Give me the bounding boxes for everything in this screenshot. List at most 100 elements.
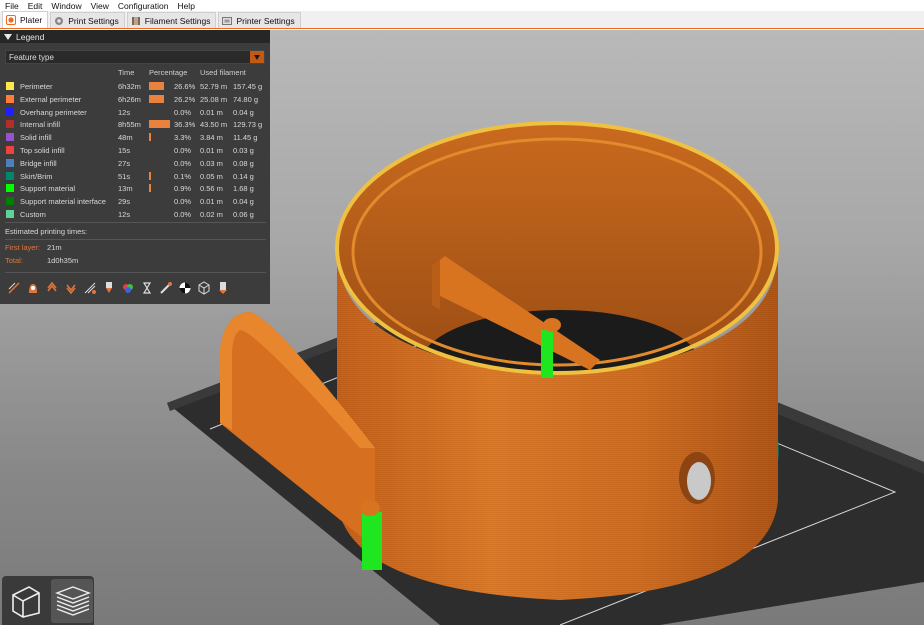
tab-plater[interactable]: Plater xyxy=(2,11,49,28)
legend-header[interactable]: Legend xyxy=(0,30,270,43)
column-used-filament: Used filament xyxy=(200,68,246,77)
custom-gcode-icon[interactable] xyxy=(157,280,174,297)
legend-title: Legend xyxy=(16,31,45,42)
feature-length: 0.03 m xyxy=(200,158,223,168)
feature-percentage: 26.2% xyxy=(174,94,196,104)
view-type-combo[interactable]: Feature type xyxy=(5,50,265,64)
feature-percentage: 0.0% xyxy=(174,197,192,207)
percentage-bar xyxy=(149,120,170,129)
legend-row[interactable]: Overhang perimeter 12s 0.0% 0.01 m 0.04 g xyxy=(0,107,270,120)
color-changes-icon[interactable] xyxy=(119,280,136,297)
feature-length: 0.01 m xyxy=(200,197,223,207)
wipe-icon[interactable] xyxy=(24,280,41,297)
deretractions-icon[interactable] xyxy=(62,280,79,297)
tab-print-settings[interactable]: Print Settings xyxy=(50,12,125,28)
tab-printer-settings[interactable]: Printer Settings xyxy=(218,12,301,28)
percentage-bar xyxy=(149,133,151,142)
feature-length: 0.01 m xyxy=(200,107,223,117)
pause-icon[interactable] xyxy=(138,280,155,297)
legend-row[interactable]: Internal infill 8h55m 36.3% 43.50 m 129.73 g xyxy=(0,119,270,132)
feature-percentage: 0.0% xyxy=(174,158,192,168)
inner-support xyxy=(541,330,553,378)
feature-length: 0.01 m xyxy=(200,145,223,155)
legend-rows: Perimeter 6h32m 26.6% 52.79 m 157.45 g Extern… xyxy=(0,81,270,222)
legend-row[interactable]: Bridge infill 27s 0.0% 0.03 m 0.08 g xyxy=(0,158,270,171)
feature-length: 0.56 m xyxy=(200,184,223,194)
color-swatch xyxy=(6,184,14,193)
layers-icon xyxy=(55,585,91,616)
feature-name: Skirt/Brim xyxy=(20,171,53,181)
legend-row[interactable]: Support material interface 29s 0.0% 0.01 m 0… xyxy=(0,196,270,209)
tab-label: Filament Settings xyxy=(144,15,211,26)
estimated-times-title: Estimated printing times: xyxy=(5,227,88,236)
first-layer-label: First layer: xyxy=(5,243,41,252)
feature-weight: 157.45 g xyxy=(233,82,263,91)
feature-length: 43.50 m xyxy=(200,120,228,130)
shells-icon[interactable] xyxy=(195,280,212,297)
travel-icon[interactable] xyxy=(5,280,22,297)
menu-file[interactable]: File xyxy=(5,1,19,11)
color-swatch xyxy=(6,107,14,116)
front-support xyxy=(362,512,382,570)
feature-name: Support material interface xyxy=(20,197,106,207)
column-time: Time xyxy=(118,68,135,77)
menu-configuration[interactable]: Configuration xyxy=(118,1,169,11)
feature-time: 29s xyxy=(118,197,131,207)
menu-bar: File Edit Window View Configuration Help xyxy=(0,0,924,11)
tool-marker-icon[interactable] xyxy=(214,280,231,297)
retractions-icon[interactable] xyxy=(43,280,60,297)
feature-weight: 0.03 g xyxy=(233,145,254,155)
legend-row[interactable]: Top solid infill 15s 0.0% 0.01 m 0.03 g xyxy=(0,145,270,158)
feature-weight: 1.68 g xyxy=(233,184,254,194)
total-label: Total: xyxy=(5,256,23,265)
3d-view-button[interactable] xyxy=(5,579,47,623)
tab-label: Print Settings xyxy=(68,15,119,26)
feature-time: 8h55m xyxy=(118,120,141,130)
color-swatch xyxy=(6,94,14,103)
printer-icon xyxy=(222,16,233,26)
view-type-value: Feature type xyxy=(9,52,54,62)
feature-name: Solid infill xyxy=(20,133,52,143)
feature-percentage: 0.0% xyxy=(174,107,192,117)
preview-button[interactable] xyxy=(51,578,93,623)
legend-row[interactable]: External perimeter 6h26m 26.2% 25.08 m 74.80… xyxy=(0,94,270,107)
feature-weight: 0.06 g xyxy=(233,209,254,219)
legend-separator xyxy=(5,239,266,240)
feature-length: 25.08 m xyxy=(200,94,228,104)
percentage-bar xyxy=(149,94,164,103)
legend-row[interactable]: Perimeter 6h32m 26.6% 52.79 m 157.45 g xyxy=(0,81,270,94)
center-of-gravity-icon[interactable] xyxy=(176,280,193,297)
feature-weight: 11.45 g xyxy=(233,133,258,143)
first-layer-value: 21m xyxy=(47,243,62,252)
feature-percentage: 26.6% xyxy=(174,82,196,91)
menu-help[interactable]: Help xyxy=(177,1,194,11)
feature-length: 3.84 m xyxy=(200,133,223,143)
feature-weight: 0.08 g xyxy=(233,158,254,168)
feature-name: External perimeter xyxy=(20,94,82,104)
tab-label: Plater xyxy=(20,15,43,25)
feature-weight: 74.80 g xyxy=(233,94,259,104)
tab-bar: Plater Print Settings Filament Settings … xyxy=(0,11,924,29)
tool-changes-icon[interactable] xyxy=(100,280,117,297)
legend-row[interactable]: Custom 12s 0.0% 0.02 m 0.06 g xyxy=(0,209,270,222)
seams-icon[interactable] xyxy=(81,280,98,297)
color-swatch xyxy=(6,120,14,129)
legend-row[interactable]: Support material 13m 0.9% 0.56 m 1.68 g xyxy=(0,183,270,196)
view-switcher xyxy=(2,576,94,625)
feature-name: Top solid infill xyxy=(20,145,65,155)
percentage-bar xyxy=(149,184,151,193)
tab-label: Printer Settings xyxy=(236,15,295,26)
chevron-down-icon[interactable] xyxy=(250,51,264,63)
menu-view[interactable]: View xyxy=(91,1,109,11)
legend-column-headers: Time Percentage Used filament xyxy=(0,68,270,78)
menu-edit[interactable]: Edit xyxy=(28,1,43,11)
menu-window[interactable]: Window xyxy=(51,1,81,11)
feature-weight: 0.04 g xyxy=(233,197,254,207)
spool-icon xyxy=(131,16,141,26)
legend-row[interactable]: Solid infill 48m 3.3% 3.84 m 11.45 g xyxy=(0,132,270,145)
legend-row[interactable]: Skirt/Brim 51s 0.1% 0.05 m 0.14 g xyxy=(0,171,270,184)
legend-panel: Legend Feature type Time Percentage Used… xyxy=(0,30,270,304)
feature-time: 51s xyxy=(118,171,131,181)
tab-filament-settings[interactable]: Filament Settings xyxy=(126,12,217,28)
total-value: 1d0h35m xyxy=(47,256,79,265)
